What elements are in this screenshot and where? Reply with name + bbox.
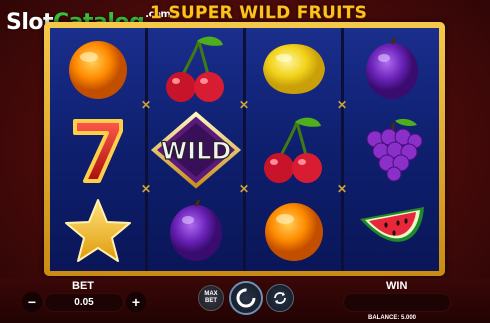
reel-1	[50, 28, 145, 271]
wild-label: WILD	[160, 137, 231, 165]
symbol-wild: WILD	[148, 109, 243, 190]
bet-value: 0.05	[74, 297, 94, 308]
reels-grid: WILD	[50, 28, 439, 271]
x-separator-icon: ✕	[140, 182, 152, 196]
win-label: WIN	[386, 280, 408, 292]
symbol-orange	[246, 190, 341, 271]
balance-text: BALANCE: 5.000	[368, 315, 417, 321]
symbol-cherries	[246, 109, 341, 190]
x-separator-icon: ✕	[238, 98, 250, 112]
autoplay-icon	[274, 292, 286, 304]
game-title: 1 SUPER WILD FRUITS	[150, 3, 367, 23]
x-separator-icon: ✕	[140, 98, 152, 112]
symbol-grapes	[344, 109, 439, 190]
title-prefix: 1	[150, 3, 163, 23]
bet-decrease-button[interactable]: −	[22, 292, 42, 312]
symbol-lemon	[246, 28, 341, 109]
spin-button[interactable]	[229, 281, 263, 315]
symbol-plum	[344, 28, 439, 109]
bet-label: BET	[72, 280, 94, 292]
reel-3	[246, 28, 341, 271]
symbol-seven	[50, 109, 145, 190]
symbol-cherries	[148, 28, 243, 109]
max-bet-button[interactable]: MAX BET	[198, 285, 224, 311]
symbol-plum	[148, 190, 243, 271]
spin-icon	[236, 288, 256, 308]
autoplay-button[interactable]	[266, 284, 294, 312]
symbol-star	[50, 190, 145, 271]
bet-increase-button[interactable]: +	[126, 292, 146, 312]
symbol-orange	[50, 28, 145, 109]
x-separator-icon: ✕	[238, 182, 250, 196]
max-bet-line1: MAX	[204, 291, 218, 297]
win-value-field	[343, 293, 451, 312]
reel-2: WILD	[148, 28, 243, 271]
x-separator-icon: ✕	[336, 182, 348, 196]
symbol-watermelon	[344, 190, 439, 271]
title-text: SUPER WILD FRUITS	[168, 3, 368, 23]
reel-4	[344, 28, 439, 271]
x-separator-icon: ✕	[336, 98, 348, 112]
max-bet-line2: BET	[205, 298, 217, 304]
